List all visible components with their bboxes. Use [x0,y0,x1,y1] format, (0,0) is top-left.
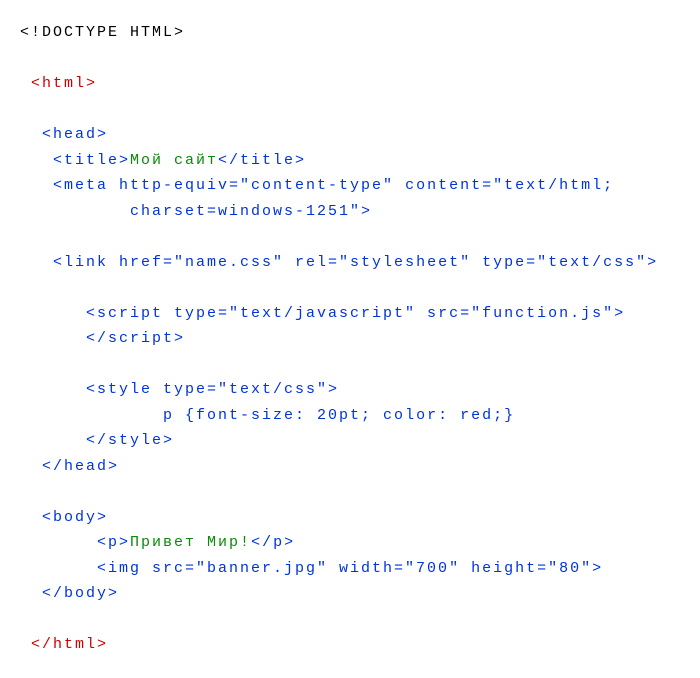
style-open-line: <style type="text/css"> [20,377,680,403]
link-tag: <link href="name.css" rel="stylesheet" t… [53,254,658,271]
script-close-line: </script> [20,326,680,352]
script-open-tag: <script type="text/javascript" src="func… [86,305,625,322]
body-open-line: <body> [20,505,680,531]
blank-line [20,352,680,378]
doctype-line: <!DOCTYPE HTML> [20,20,680,46]
blank-line [20,607,680,633]
title-open-tag: <title> [53,152,130,169]
img-tag: <img src="banner.jpg" width="700" height… [97,560,603,577]
blank-line [20,46,680,72]
p-close-tag: </p> [251,534,295,551]
style-open-tag: <style type="text/css"> [86,381,339,398]
script-close-tag: </script> [86,330,185,347]
title-close-tag: </title> [218,152,306,169]
script-open-line: <script type="text/javascript" src="func… [20,301,680,327]
p-text: Привет Мир! [130,534,251,551]
style-rule: p {font-size: 20pt; color: red;} [163,407,515,424]
p-line: <p>Привет Мир!</p> [20,530,680,556]
head-open-line: <head> [20,122,680,148]
html-open-line: <html> [20,71,680,97]
link-line: <link href="name.css" rel="stylesheet" t… [20,250,680,276]
html-close-tag: </html> [31,636,108,653]
code-block: <!DOCTYPE HTML> <html> <head> <title>Мой… [20,20,680,658]
blank-line [20,224,680,250]
meta-tag-2: charset=windows-1251"> [130,203,372,220]
meta-line-2: charset=windows-1251"> [20,199,680,225]
html-open-tag: <html> [31,75,97,92]
title-text: Мой сайт [130,152,218,169]
body-open-tag: <body> [42,509,108,526]
blank-line [20,97,680,123]
img-line: <img src="banner.jpg" width="700" height… [20,556,680,582]
head-close-line: </head> [20,454,680,480]
meta-tag-1: <meta http-equiv="content-type" content=… [53,177,614,194]
body-close-line: </body> [20,581,680,607]
head-close-tag: </head> [42,458,119,475]
p-open-tag: <p> [97,534,130,551]
style-rule-line: p {font-size: 20pt; color: red;} [20,403,680,429]
blank-line [20,275,680,301]
style-close-line: </style> [20,428,680,454]
style-close-tag: </style> [86,432,174,449]
meta-line-1: <meta http-equiv="content-type" content=… [20,173,680,199]
body-close-tag: </body> [42,585,119,602]
blank-line [20,479,680,505]
title-line: <title>Мой сайт</title> [20,148,680,174]
html-close-line: </html> [20,632,680,658]
head-open-tag: <head> [42,126,108,143]
